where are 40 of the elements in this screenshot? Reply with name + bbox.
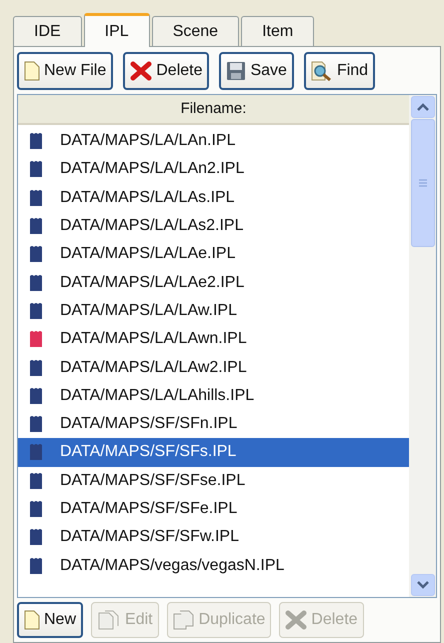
file-row[interactable]: DATA/MAPS/LA/LAs.IPL [18, 184, 409, 212]
tab[interactable]: IDE [13, 16, 82, 46]
file-row[interactable]: DATA/MAPS/vegas/vegasN.IPL [18, 551, 409, 580]
chevron-up-icon [416, 103, 428, 111]
action-button[interactable]: New [17, 602, 84, 638]
pages-icon [172, 610, 195, 630]
scroll-thumb[interactable] [410, 119, 434, 247]
toolbar-button[interactable]: Find [304, 52, 376, 90]
close-icon [130, 61, 152, 81]
file-row[interactable]: DATA/MAPS/SF/SFn.IPL [18, 410, 409, 438]
file-row[interactable]: DATA/MAPS/LA/LAs2.IPL [18, 212, 409, 240]
toolbar-button[interactable]: New File [17, 52, 114, 90]
scroll-down-button[interactable] [410, 574, 434, 596]
document-icon [24, 610, 40, 630]
pages-icon [97, 610, 122, 630]
tab[interactable]: Scene [152, 16, 240, 46]
grip-icon [418, 178, 428, 188]
file-row[interactable]: DATA/MAPS/LA/LAwn.IPL [18, 325, 409, 354]
chevron-down-icon [416, 581, 428, 589]
file-row[interactable]: DATA/MAPS/LA/LAn2.IPL [18, 155, 409, 184]
file-row[interactable]: DATA/MAPS/SF/SFs.IPL [18, 438, 409, 467]
column-header[interactable]: Filename: [18, 95, 409, 125]
file-row[interactable]: DATA/MAPS/LA/LAw.IPL [18, 296, 409, 326]
file-row[interactable]: DATA/MAPS/SF/SFe.IPL [18, 494, 409, 524]
file-row[interactable]: DATA/MAPS/LA/LAw2.IPL [18, 353, 409, 382]
file-row[interactable]: DATA/MAPS/LA/LAe.IPL [18, 240, 409, 268]
scroll-up-button[interactable] [410, 96, 434, 118]
toolbar-button[interactable]: Delete [123, 52, 210, 90]
magnifier-icon [310, 61, 333, 81]
file-row[interactable]: DATA/MAPS/SF/SFse.IPL [18, 466, 409, 495]
toolbar-button[interactable]: Save [219, 52, 294, 90]
tab[interactable]: Item [241, 16, 314, 46]
scrollbar[interactable] [409, 95, 436, 597]
file-row[interactable]: DATA/MAPS/LA/LAe2.IPL [18, 268, 409, 297]
file-row[interactable]: DATA/MAPS/LA/LAhills.IPL [18, 382, 409, 410]
tab[interactable]: IPL [84, 13, 150, 47]
file-row[interactable]: DATA/MAPS/LA/LAn.IPL [18, 127, 409, 156]
file-row[interactable]: DATA/MAPS/SF/SFw.IPL [18, 523, 409, 552]
document-icon [24, 61, 40, 81]
close-icon [285, 610, 308, 630]
